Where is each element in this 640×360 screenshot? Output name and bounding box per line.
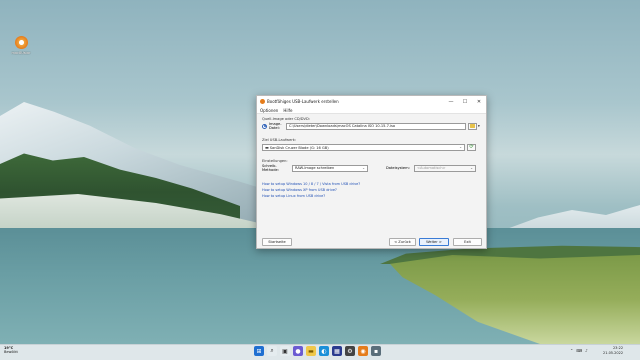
chevron-down-icon: ⌄ bbox=[470, 166, 473, 170]
back-button[interactable]: < Zurück bbox=[389, 238, 416, 246]
link-linux[interactable]: How to setup Linux from USB drive? bbox=[262, 193, 482, 199]
pinned-app-icon[interactable]: ▪ bbox=[371, 346, 381, 356]
exit-button[interactable]: Exit bbox=[453, 238, 482, 246]
filesystem-value: <Automatisch> bbox=[417, 166, 446, 170]
chevron-down-icon: ⌄ bbox=[459, 145, 462, 149]
minimize-button[interactable]: — bbox=[444, 96, 458, 107]
search-icon[interactable]: ⌕ bbox=[267, 346, 277, 356]
settings-group-label: Einstellungen: bbox=[262, 159, 288, 163]
image-path-field[interactable]: C:\Users\dieter\Downloads\macOS Catalina… bbox=[286, 122, 466, 130]
titlebar[interactable]: Bootfähiges USB-Laufwerk erstellen — ☐ ✕ bbox=[257, 96, 486, 107]
menu-options[interactable]: Optionen bbox=[260, 108, 278, 113]
network-icon[interactable]: ⌨ bbox=[576, 348, 582, 353]
store-icon[interactable]: ▦ bbox=[332, 346, 342, 356]
filesystem-label: Dateisystem: bbox=[386, 166, 410, 170]
source-group-label: Quell-Image oder CD/DVD: bbox=[262, 117, 310, 121]
image-file-label: Image-Datei: bbox=[269, 122, 282, 130]
settings-group: Einstellungen: Schreib-Methode: RAW-Imag… bbox=[262, 159, 482, 172]
volume-icon[interactable]: ♪ bbox=[585, 348, 588, 353]
refresh-icon: ⟳ bbox=[469, 144, 474, 150]
filesystem-select[interactable]: <Automatisch> ⌄ bbox=[414, 164, 476, 172]
windows-start-icon[interactable]: ⊞ bbox=[254, 346, 264, 356]
task-view-icon[interactable]: ▣ bbox=[280, 346, 290, 356]
dropdown-arrow-icon[interactable]: ▾ bbox=[478, 124, 480, 128]
chevron-up-icon[interactable]: ⌃ bbox=[570, 348, 573, 353]
desktop-shortcut-label: mac8Ustar bbox=[11, 51, 31, 55]
refresh-drives-button[interactable]: ⟳ bbox=[467, 143, 476, 151]
app-shortcut-icon bbox=[14, 36, 28, 49]
help-links: How to setup Windows 10 / 8 / 7 / Vista … bbox=[262, 181, 482, 199]
start-page-button[interactable]: Startseite bbox=[262, 238, 292, 246]
menu-help[interactable]: Hilfe bbox=[283, 108, 292, 113]
desktop-shortcut[interactable]: mac8Ustar bbox=[9, 36, 33, 55]
write-method-label: Schreib-Methode: bbox=[262, 164, 279, 172]
maximize-button[interactable]: ☐ bbox=[458, 96, 472, 107]
app-icon bbox=[260, 99, 265, 104]
window-title: Bootfähiges USB-Laufwerk erstellen bbox=[267, 99, 339, 104]
usb-creator-dialog: Bootfähiges USB-Laufwerk erstellen — ☐ ✕… bbox=[256, 95, 487, 249]
next-button[interactable]: Weiter > bbox=[419, 238, 449, 246]
source-group: Quell-Image oder CD/DVD: Image-Datei: C:… bbox=[262, 117, 482, 130]
weather-widget[interactable]: 19°C Bewölkt bbox=[4, 346, 18, 354]
close-button[interactable]: ✕ bbox=[472, 96, 486, 107]
image-file-radio[interactable] bbox=[262, 123, 267, 129]
write-method-select[interactable]: RAW-Image schreiben ⌄ bbox=[292, 164, 368, 172]
usb-creator-app-icon[interactable]: ◉ bbox=[358, 346, 368, 356]
write-method-value: RAW-Image schreiben bbox=[295, 166, 335, 170]
edge-browser-icon[interactable]: ◐ bbox=[319, 346, 329, 356]
clock-date: 21.05.2022 bbox=[603, 350, 624, 355]
weather-text: Bewölkt bbox=[4, 350, 18, 354]
target-group-label: Ziel USB-Laufwerk: bbox=[262, 138, 297, 142]
taskbar-icons: ⊞ ⌕ ▣ ● ▬ ◐ ▦ ⚙ ◉ ▪ bbox=[254, 346, 381, 356]
chevron-down-icon: ⌄ bbox=[362, 166, 365, 170]
clock[interactable]: 23:22 21.05.2022 bbox=[603, 346, 623, 355]
system-tray: ⌃ ⌨ ♪ bbox=[570, 348, 588, 353]
usb-drive-icon: ▬ bbox=[265, 144, 269, 150]
browse-folder-button[interactable] bbox=[468, 122, 477, 130]
file-explorer-icon[interactable]: ▬ bbox=[306, 346, 316, 356]
usb-drive-value: SanDisk Cruzer Blade (G: 16 GB) bbox=[269, 145, 329, 150]
teams-chat-icon[interactable]: ● bbox=[293, 346, 303, 356]
settings-gear-icon[interactable]: ⚙ bbox=[345, 346, 355, 356]
usb-drive-select[interactable]: ▬SanDisk Cruzer Blade (G: 16 GB) ⌄ bbox=[262, 143, 465, 151]
folder-icon bbox=[470, 124, 475, 128]
target-group: Ziel USB-Laufwerk: ▬SanDisk Cruzer Blade… bbox=[262, 138, 482, 151]
menubar: Optionen Hilfe bbox=[257, 107, 486, 114]
